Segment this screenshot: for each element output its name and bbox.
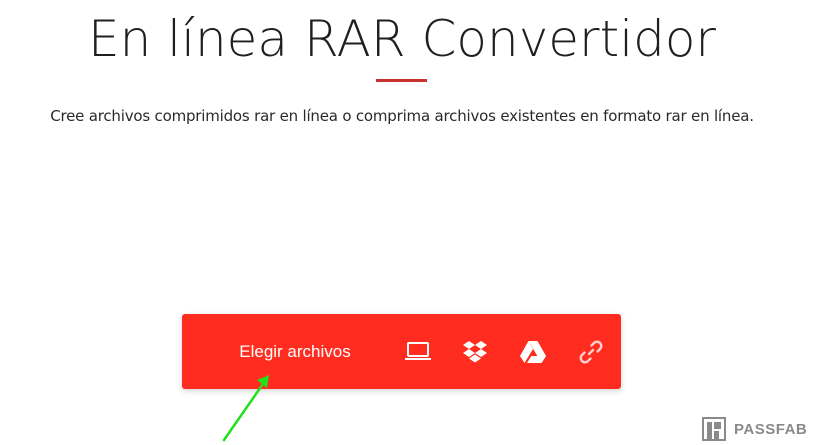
link-icon[interactable] <box>577 338 605 366</box>
page-title: En línea RAR Convertidor <box>88 10 716 68</box>
computer-icon[interactable] <box>404 338 432 366</box>
page-subtitle: Cree archivos comprimidos rar en línea o… <box>50 107 754 125</box>
page: En línea RAR Convertidor Cree archivos c… <box>0 0 814 445</box>
title-underline <box>376 79 427 82</box>
passfab-watermark: PASSFAB <box>702 416 807 442</box>
dropbox-icon[interactable] <box>461 338 489 366</box>
passfab-logo-icon <box>702 417 726 441</box>
upload-toolbar: Elegir archivos <box>182 314 621 389</box>
watermark-text: PASSFAB <box>734 420 808 438</box>
choose-files-button[interactable]: Elegir archivos <box>210 314 380 389</box>
google-drive-icon[interactable] <box>519 338 547 366</box>
